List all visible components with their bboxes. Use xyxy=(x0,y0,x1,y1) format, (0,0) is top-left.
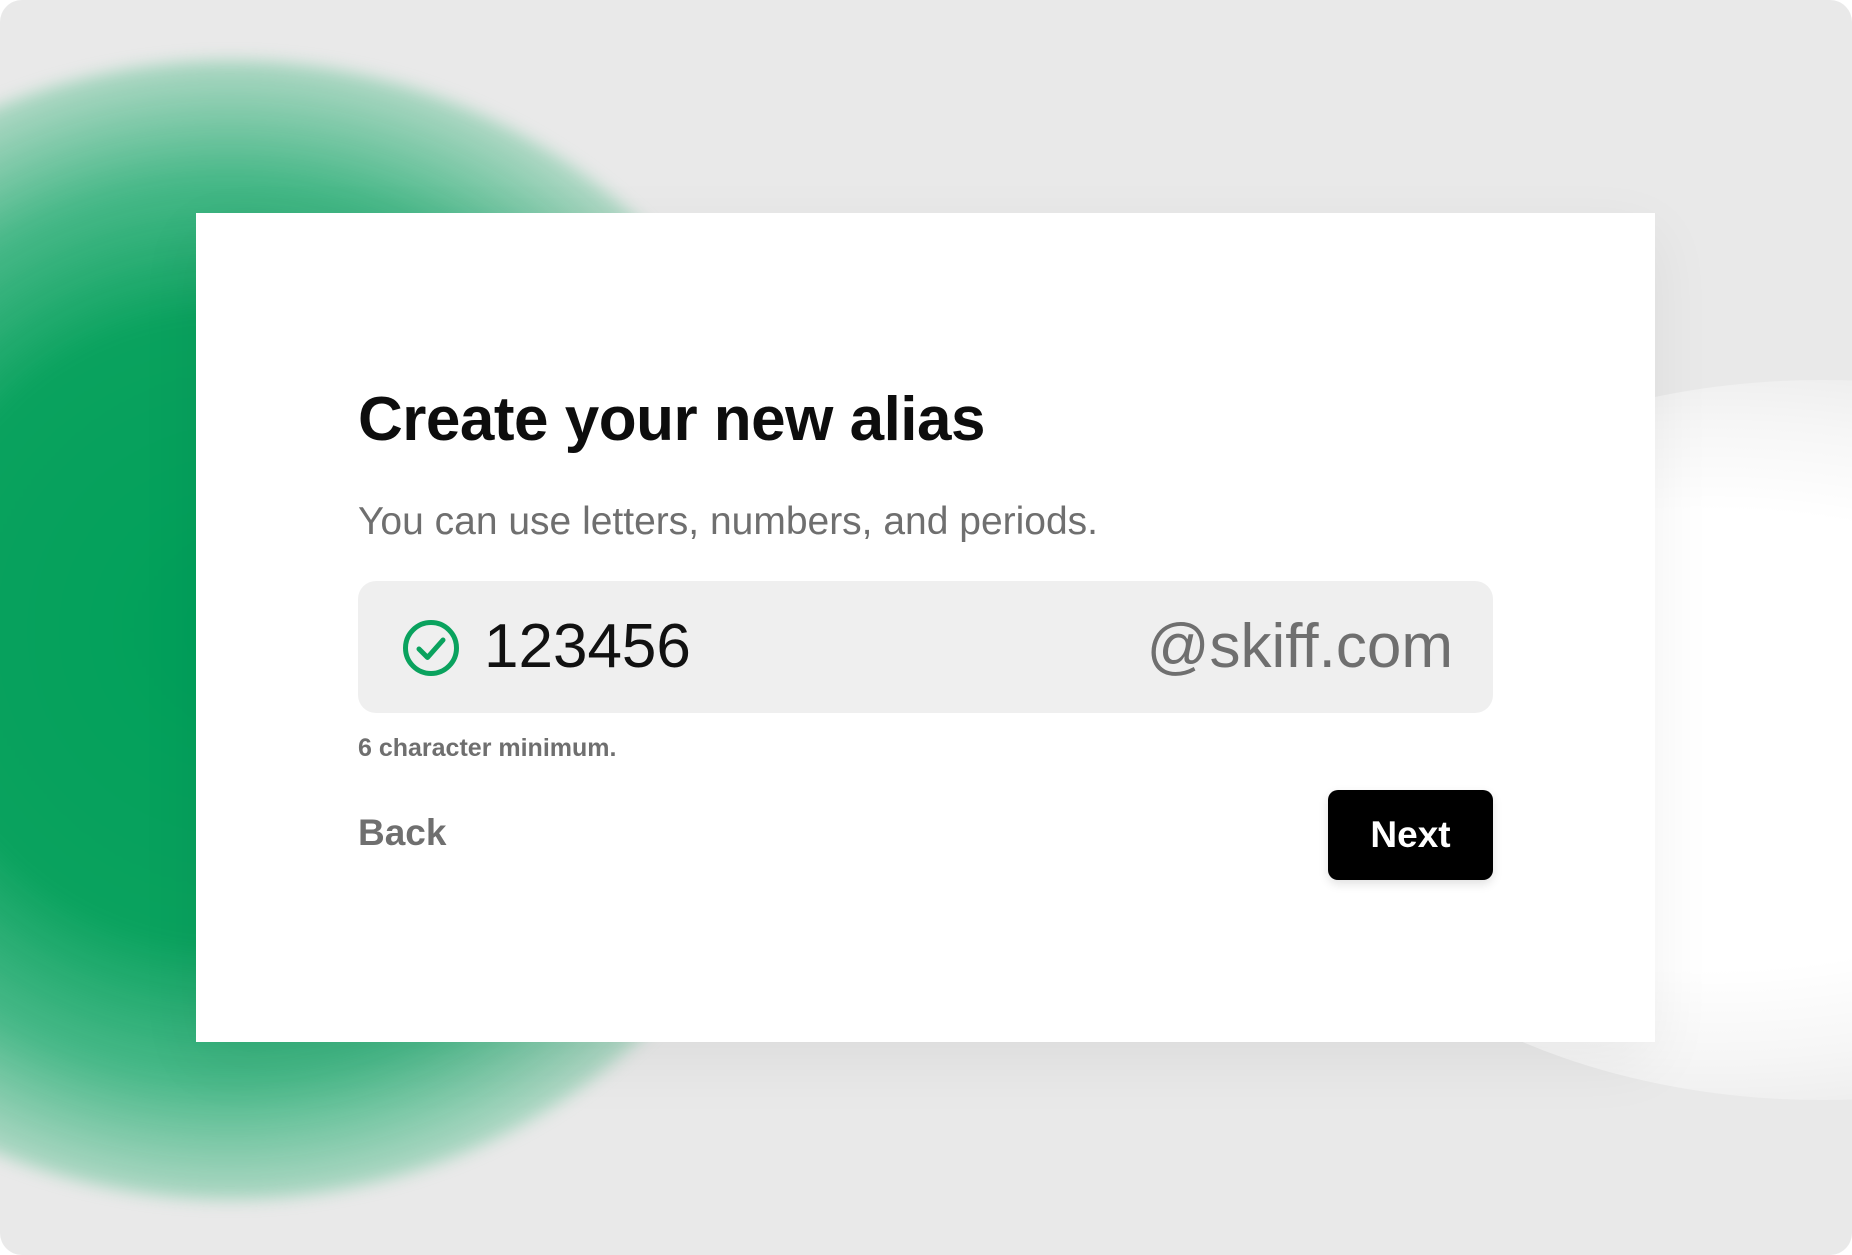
create-alias-card: Create your new alias You can use letter… xyxy=(196,213,1655,1042)
check-circle-icon xyxy=(402,619,460,677)
domain-suffix: @skiff.com xyxy=(1146,612,1453,681)
background-canvas: Create your new alias You can use letter… xyxy=(0,0,1852,1255)
page-subtitle: You can use letters, numbers, and period… xyxy=(358,500,1099,543)
back-button[interactable]: Back xyxy=(358,811,446,855)
next-button[interactable]: Next xyxy=(1328,790,1493,880)
character-minimum-hint: 6 character minimum. xyxy=(358,734,617,762)
alias-input-value[interactable]: 123456 xyxy=(484,613,691,681)
alias-input-field[interactable]: 123456 @skiff.com xyxy=(358,581,1493,713)
page-title: Create your new alias xyxy=(358,385,986,454)
